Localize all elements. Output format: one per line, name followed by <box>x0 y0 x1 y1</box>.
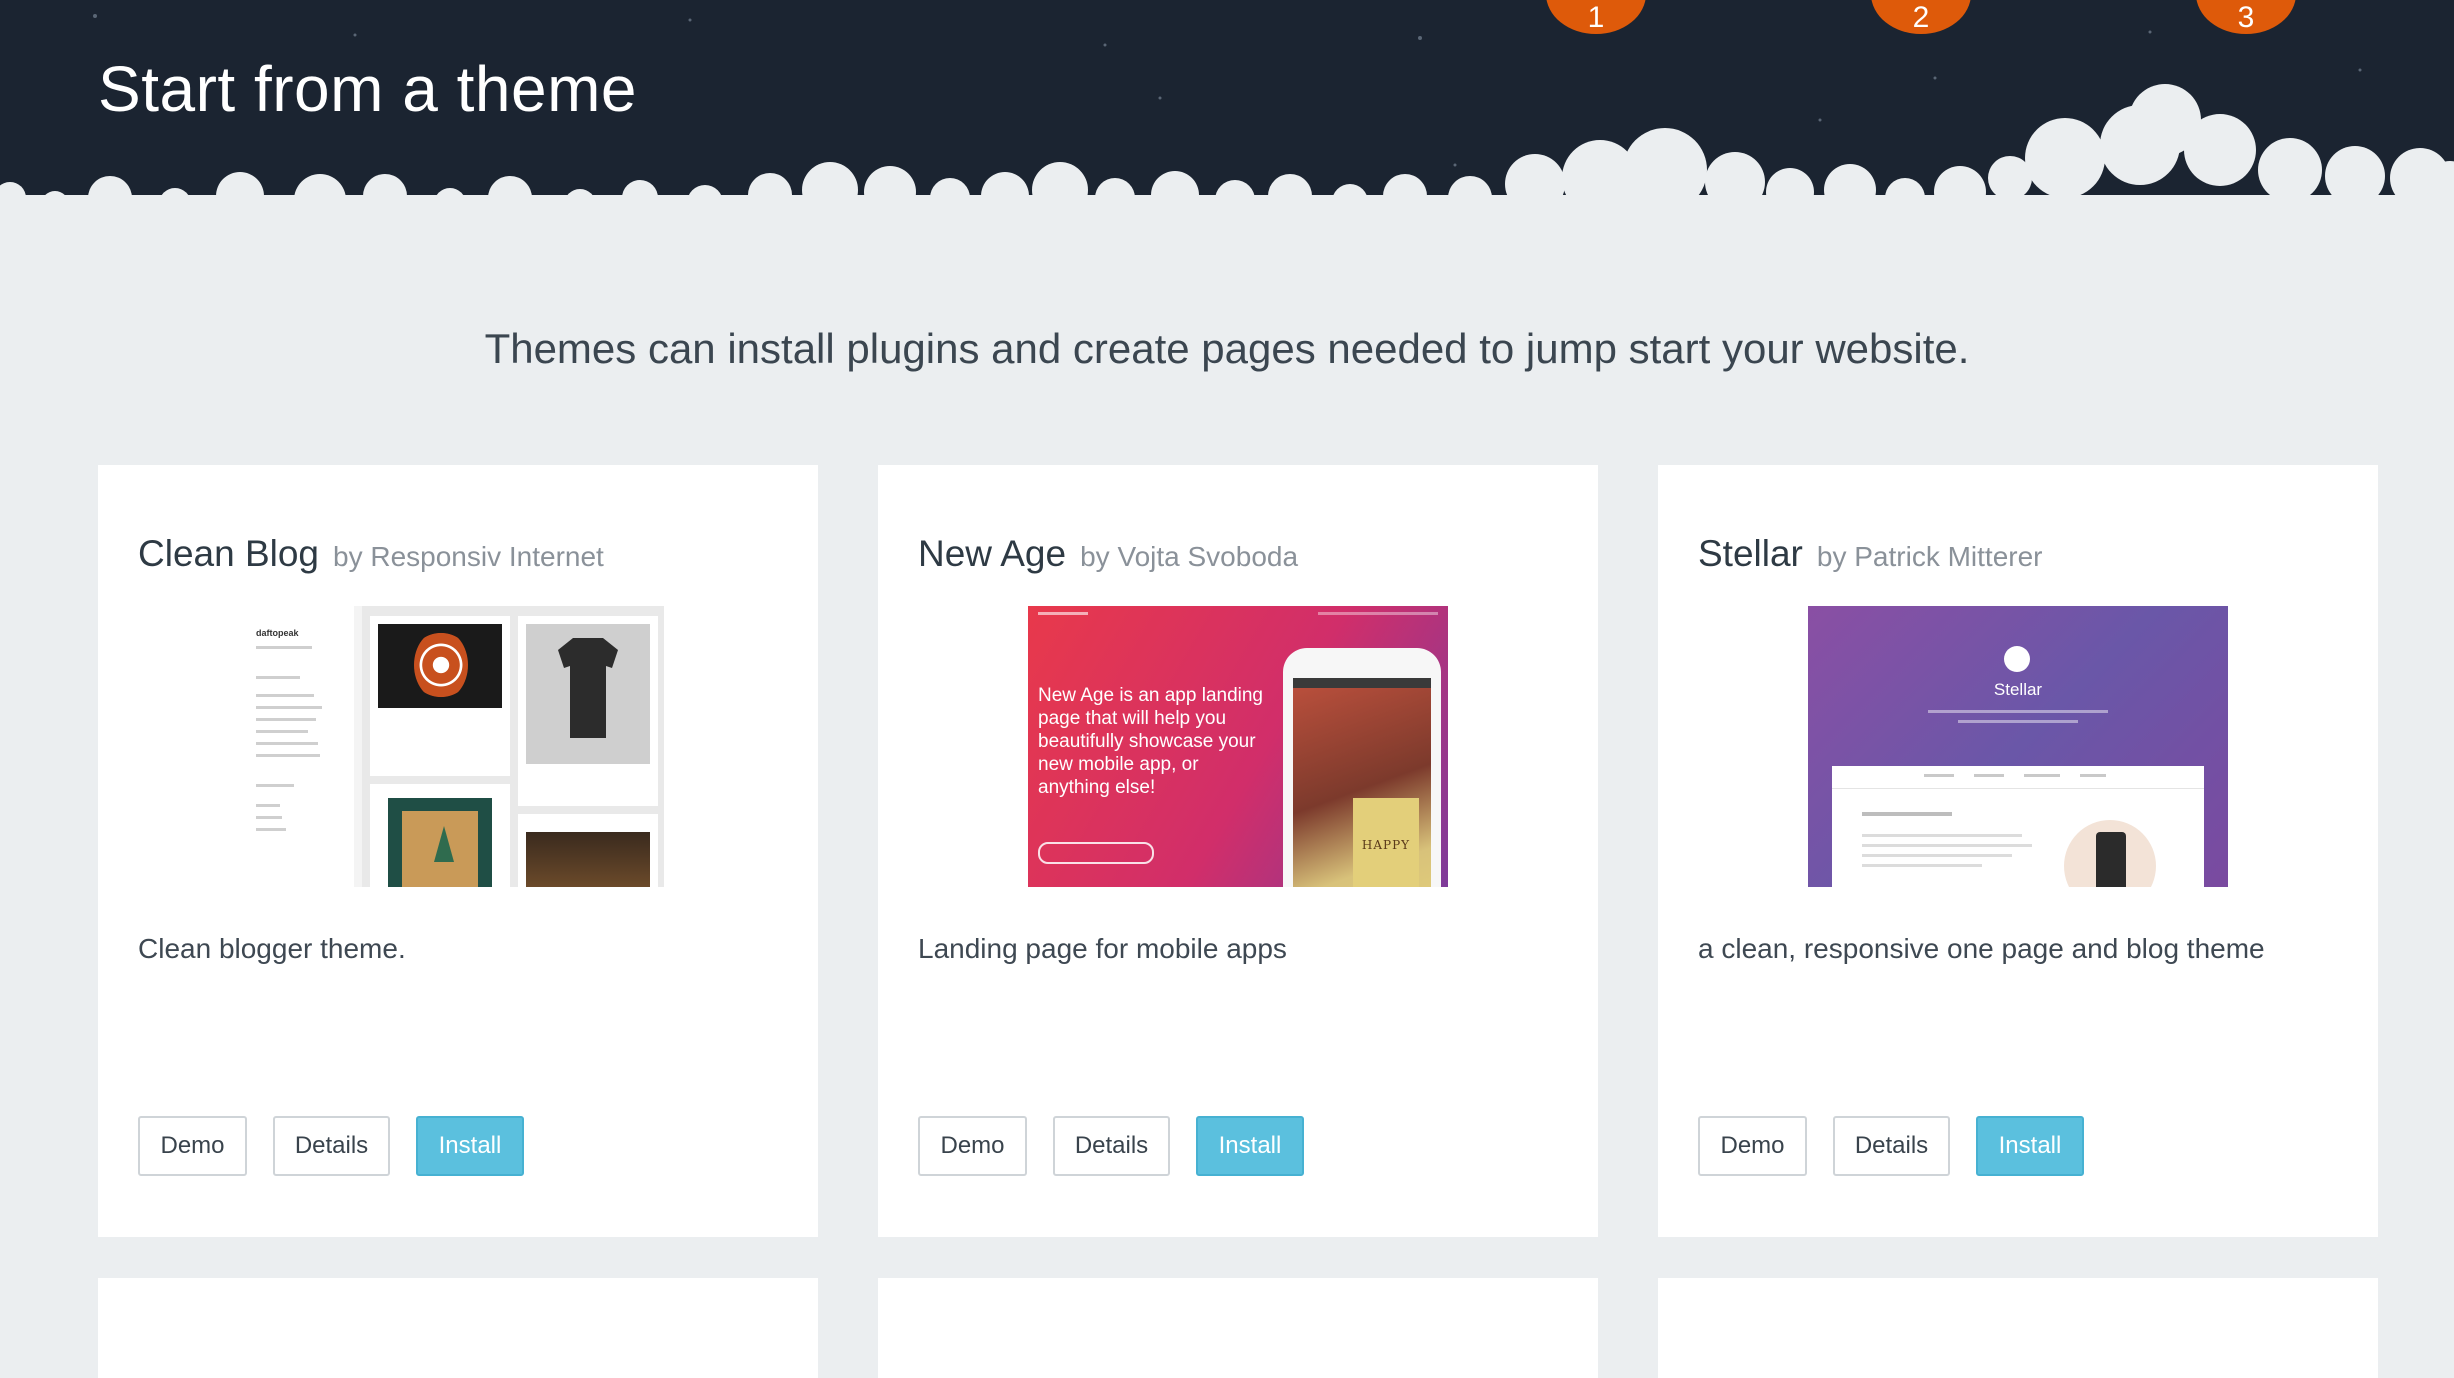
details-button[interactable]: Details <box>1833 1116 1950 1176</box>
preview-phone: HAPPY <box>1283 648 1441 887</box>
preview-logo-text: daftopeak <box>256 628 299 638</box>
demo-button[interactable]: Demo <box>918 1116 1027 1176</box>
theme-name: New Age <box>918 533 1067 574</box>
theme-preview-image[interactable]: daftopeak <box>244 606 664 887</box>
theme-card-new-age: New Age by Vojta Svoboda New Age is an ap… <box>878 465 1598 1237</box>
theme-author: by Vojta Svoboda <box>1080 541 1299 572</box>
theme-card-partial <box>878 1278 1598 1378</box>
demo-button[interactable]: Demo <box>1698 1116 1807 1176</box>
theme-card-header: Clean Blog by Responsiv Internet <box>138 533 604 575</box>
theme-card-stellar: Stellar by Patrick Mitterer Stellar a cle… <box>1658 465 2378 1237</box>
theme-description: Clean blogger theme. <box>138 933 406 964</box>
theme-card-header: New Age by Vojta Svoboda <box>918 533 1298 575</box>
install-button[interactable]: Install <box>416 1116 524 1176</box>
theme-name: Clean Blog <box>138 533 320 574</box>
theme-card-clean-blog: Clean Blog by Responsiv Internet daftopea… <box>98 465 818 1237</box>
preview-tagline: New Age is an app landing page that will… <box>1038 685 1263 798</box>
preview-post-grid <box>362 606 664 887</box>
preview-cta-button <box>1038 842 1154 864</box>
details-button[interactable]: Details <box>1053 1116 1170 1176</box>
intro-text: Themes can install plugins and create pa… <box>484 325 1970 372</box>
theme-card-partial <box>1658 1278 2378 1378</box>
hero-header: 1 2 3 Start from a theme <box>0 0 2454 215</box>
theme-name: Stellar <box>1698 533 1803 574</box>
theme-author: by Patrick Mitterer <box>1816 541 2043 572</box>
page-title: Start from a theme <box>98 53 637 125</box>
theme-description: a clean, responsive one page and blog th… <box>1698 933 2265 964</box>
preview-page-panel <box>1832 766 2204 887</box>
preview-sidebar: daftopeak <box>244 606 354 887</box>
install-button[interactable]: Install <box>1196 1116 1304 1176</box>
theme-card-partial <box>98 1278 818 1378</box>
install-button[interactable]: Install <box>1976 1116 2084 1176</box>
demo-button[interactable]: Demo <box>138 1116 247 1176</box>
theme-author: by Responsiv Internet <box>333 541 604 572</box>
theme-card-header: Stellar by Patrick Mitterer <box>1698 533 2043 575</box>
theme-preview-image[interactable]: New Age is an app landing page that will… <box>1028 606 1448 887</box>
preview-phone-label: HAPPY <box>1361 838 1411 852</box>
details-button[interactable]: Details <box>273 1116 390 1176</box>
preview-logo-icon <box>2004 646 2030 672</box>
theme-description: Landing page for mobile apps <box>918 933 1287 964</box>
preview-site-name: Stellar <box>1993 680 2043 699</box>
theme-preview-image[interactable]: Stellar <box>1808 606 2228 887</box>
